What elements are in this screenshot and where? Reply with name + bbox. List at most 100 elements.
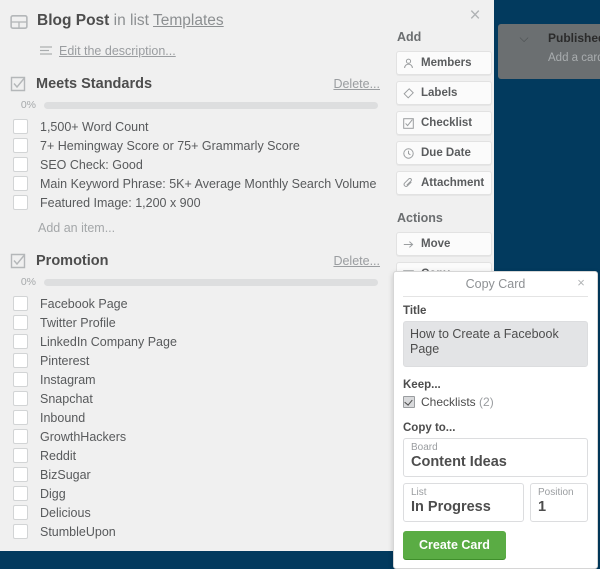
- card-list-link[interactable]: Templates: [153, 12, 224, 29]
- checklist-item[interactable]: Facebook Page: [0, 294, 390, 313]
- checklist-item[interactable]: Pinterest: [0, 351, 390, 370]
- checkbox-icon: [403, 117, 414, 129]
- list-select[interactable]: List In Progress: [403, 483, 524, 522]
- checklist-item-label: 1,500+ Word Count: [40, 119, 149, 134]
- checklist-item-label: Twitter Profile: [40, 315, 116, 330]
- clock-icon: [403, 147, 414, 159]
- list-position-row: List In Progress Position 1: [403, 483, 588, 522]
- checkbox-icon[interactable]: [13, 195, 28, 210]
- checklist-title: Meets Standards: [36, 76, 153, 92]
- checkbox-icon[interactable]: [13, 157, 28, 172]
- checklist-items: Facebook Page Twitter Profile LinkedIn C…: [0, 294, 390, 541]
- checkbox-icon[interactable]: [13, 119, 28, 134]
- sidebar-item-due-date[interactable]: Due Date: [396, 141, 492, 165]
- checkbox-icon[interactable]: [13, 467, 28, 482]
- board-list-title: Published: [548, 31, 600, 45]
- add-a-card-link[interactable]: Add a card...: [540, 45, 600, 64]
- paperclip-icon: [403, 177, 414, 189]
- checkbox-icon[interactable]: [13, 410, 28, 425]
- checklist-item[interactable]: Instagram: [0, 370, 390, 389]
- in-list-label: in list: [113, 12, 149, 29]
- checklist-meets-standards: Meets Standards Delete... 0% 1,500+ Word…: [0, 76, 390, 235]
- checkbox-icon[interactable]: [13, 486, 28, 501]
- edit-description-link[interactable]: Edit the description...: [59, 44, 176, 58]
- sidebar-item-label: Due Date: [421, 147, 471, 159]
- checklist-item[interactable]: Digg: [0, 484, 390, 503]
- description-row: Edit the description...: [40, 44, 390, 58]
- popup-header: Copy Card ×: [403, 272, 588, 297]
- position-select[interactable]: Position 1: [530, 483, 588, 522]
- checklist-progress-bar: [44, 101, 378, 109]
- position-field-label: Position: [538, 487, 574, 498]
- checklist-item-label: Delicious: [40, 505, 91, 520]
- checkbox-icon[interactable]: [13, 391, 28, 406]
- checklist-item[interactable]: 7+ Hemingway Score or 75+ Grammarly Scor…: [0, 136, 390, 155]
- checklist-item[interactable]: Reddit: [0, 446, 390, 465]
- checklist-item-label: 7+ Hemingway Score or 75+ Grammarly Scor…: [40, 138, 300, 153]
- checkbox-icon[interactable]: [13, 429, 28, 444]
- checklist-item-label: GrowthHackers: [40, 429, 127, 444]
- checkbox-icon[interactable]: [13, 448, 28, 463]
- checkbox-icon[interactable]: [13, 505, 28, 520]
- checkbox-icon[interactable]: [13, 296, 28, 311]
- copy-title-input[interactable]: [403, 321, 588, 367]
- checklist-item[interactable]: GrowthHackers: [0, 427, 390, 446]
- board-field-label: Board: [411, 442, 438, 453]
- checklist-item[interactable]: Main Keyword Phrase: 5K+ Average Monthly…: [0, 174, 390, 193]
- checklist-item[interactable]: Featured Image: 1,200 x 900: [0, 193, 390, 212]
- popup-body: Title Keep... Checklists (2) Copy to... …: [394, 297, 597, 568]
- checklist-item[interactable]: LinkedIn Company Page: [0, 332, 390, 351]
- checklist-item-label: Inbound: [40, 410, 86, 425]
- keep-checklists-row[interactable]: Checklists (2): [403, 395, 588, 409]
- checkbox-icon[interactable]: [13, 334, 28, 349]
- board-select[interactable]: Board Content Ideas: [403, 438, 588, 477]
- copy-to-label: Copy to...: [403, 422, 456, 434]
- page-title: Blog Post: [37, 12, 110, 29]
- add-an-item-link[interactable]: Add an item...: [0, 221, 390, 235]
- checklist-item[interactable]: 1,500+ Word Count: [0, 117, 390, 136]
- list-field-value: In Progress: [411, 499, 491, 515]
- card-icon: [10, 15, 28, 29]
- checklist-item-label: Snapchat: [40, 391, 93, 406]
- sidebar-item-labels[interactable]: Labels: [396, 81, 492, 105]
- checkbox-icon[interactable]: [13, 138, 28, 153]
- checklist-item-label: Featured Image: 1,200 x 900: [40, 195, 201, 210]
- sidebar-item-members[interactable]: Members: [396, 51, 492, 75]
- create-card-button[interactable]: Create Card: [403, 531, 506, 559]
- card-title-line: Blog Post in list Templates: [37, 12, 224, 30]
- checklist-item-label: Main Keyword Phrase: 5K+ Average Monthly…: [40, 176, 377, 191]
- person-icon: [403, 58, 414, 69]
- checklist-item[interactable]: Inbound: [0, 408, 390, 427]
- checklist-item[interactable]: Delicious: [0, 503, 390, 522]
- checklist-item[interactable]: SEO Check: Good: [0, 155, 390, 174]
- board-list-published[interactable]: Published Add a card...: [540, 24, 600, 79]
- checklist-delete-link[interactable]: Delete...: [333, 77, 380, 91]
- sidebar-item-move[interactable]: Move: [396, 232, 492, 256]
- sidebar-item-checklist[interactable]: Checklist: [396, 111, 492, 135]
- checklist-item[interactable]: StumbleUpon: [0, 522, 390, 541]
- checklist-progress-row: 0%: [0, 99, 390, 111]
- keep-label: Keep...: [403, 379, 441, 391]
- checklist-item-label: Reddit: [40, 448, 77, 463]
- close-icon[interactable]: ×: [574, 276, 588, 290]
- checklist-item[interactable]: BizSugar: [0, 465, 390, 484]
- checkbox-icon[interactable]: [13, 353, 28, 368]
- sidebar-item-label: Labels: [421, 87, 458, 99]
- checkbox-icon[interactable]: [403, 396, 415, 408]
- checkbox-icon[interactable]: [13, 176, 28, 191]
- position-field-value: 1: [538, 499, 547, 515]
- checklist-header: Promotion Delete...: [0, 253, 390, 269]
- copy-card-popup: Copy Card × Title Keep... Checklists (2)…: [393, 271, 598, 569]
- checklist-header: Meets Standards Delete...: [0, 76, 390, 92]
- checkbox-icon[interactable]: [13, 524, 28, 539]
- checklist-delete-link[interactable]: Delete...: [333, 254, 380, 268]
- checklist-item[interactable]: Twitter Profile: [0, 313, 390, 332]
- card-sidebar: Add Members Labels Checklist Due Date At…: [396, 0, 492, 292]
- checklist-item[interactable]: Snapchat: [0, 389, 390, 408]
- checkbox-icon[interactable]: [13, 315, 28, 330]
- list-field-label: List: [411, 487, 427, 498]
- checklist-item-label: BizSugar: [40, 467, 91, 482]
- keep-checklists-label: Checklists (2): [421, 395, 494, 409]
- checkbox-icon[interactable]: [13, 372, 28, 387]
- sidebar-item-attachment[interactable]: Attachment: [396, 171, 492, 195]
